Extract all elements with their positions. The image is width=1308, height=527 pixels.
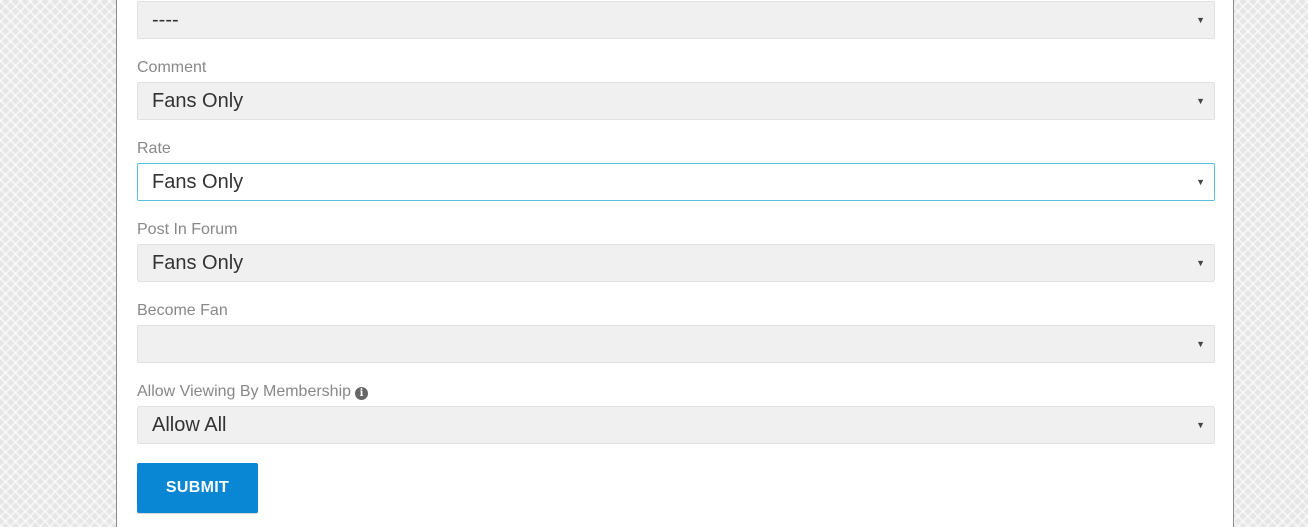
select-value: Allow All	[152, 414, 227, 436]
caret-down-icon: ▼	[1196, 258, 1205, 268]
allow-viewing-label-text: Allow Viewing By Membership	[137, 383, 352, 400]
caret-down-icon: ▼	[1196, 420, 1205, 430]
rate-label: Rate	[137, 140, 171, 157]
caret-down-icon: ▼	[1196, 96, 1205, 106]
post-in-forum-select[interactable]: Fans Only ▼	[137, 244, 1215, 282]
caret-down-icon: ▼	[1196, 339, 1205, 349]
post-in-forum-label: Post In Forum	[137, 221, 238, 238]
comment-select[interactable]: Fans Only ▼	[137, 82, 1215, 120]
info-icon[interactable]: i	[355, 387, 369, 400]
form-panel: ---- ▼ Comment Fans Only ▼ Rate Fans Onl…	[116, 0, 1234, 527]
caret-down-icon: ▼	[1196, 15, 1205, 25]
allow-viewing-label: Allow Viewing By Membership i	[137, 383, 369, 401]
select-value: Fans Only	[152, 90, 244, 112]
become-fan-label: Become Fan	[137, 302, 228, 319]
rate-select[interactable]: Fans Only ▼	[137, 163, 1215, 201]
select-field-top[interactable]: ---- ▼	[137, 1, 1215, 39]
select-value: Fans Only	[152, 171, 244, 193]
select-value: ----	[152, 9, 179, 31]
submit-button[interactable]: SUBMIT	[137, 463, 258, 513]
comment-label: Comment	[137, 59, 207, 76]
select-value: Fans Only	[152, 252, 244, 274]
become-fan-select[interactable]: ▼	[137, 325, 1215, 363]
caret-down-icon: ▼	[1196, 177, 1205, 187]
allow-viewing-select[interactable]: Allow All ▼	[137, 406, 1215, 444]
